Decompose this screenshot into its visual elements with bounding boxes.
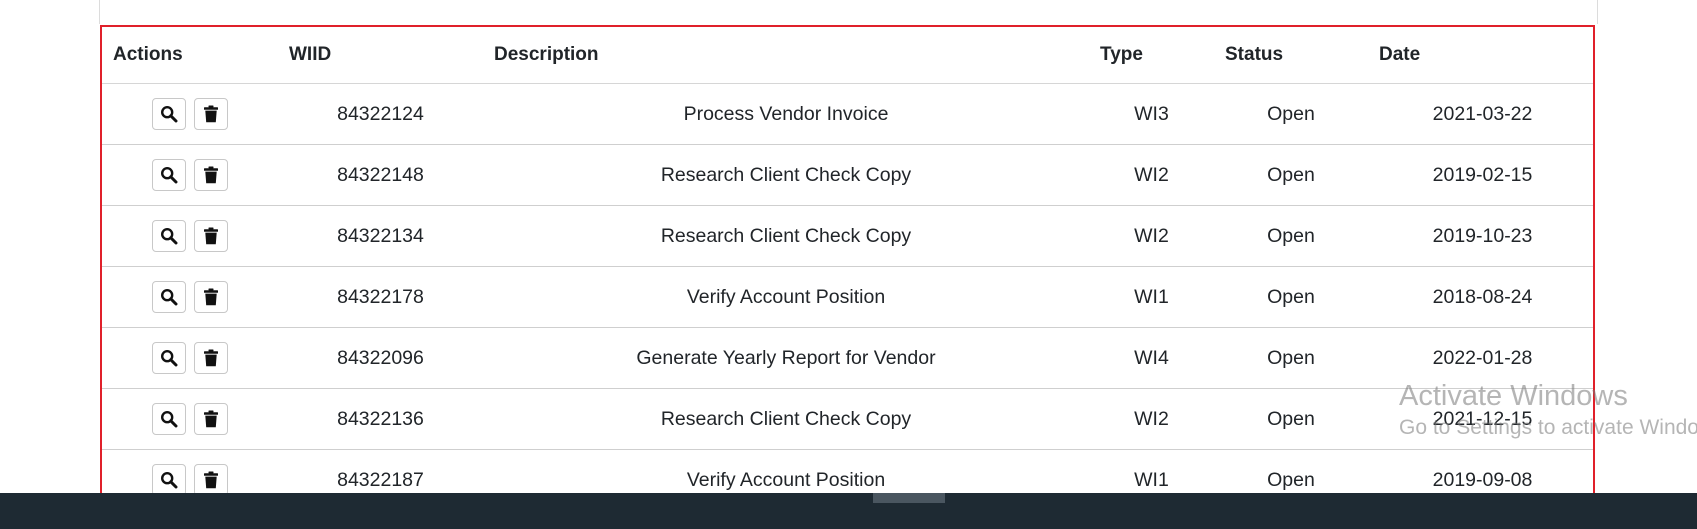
description-cell: Process Vendor Invoice (483, 83, 1089, 145)
trash-icon (203, 166, 218, 184)
table-body: 84322124 Process Vendor Invoice WI3 Open… (102, 83, 1593, 500)
view-button[interactable] (152, 220, 187, 252)
delete-button[interactable] (193, 220, 228, 252)
header-type: Type (1089, 27, 1214, 84)
actions-cell (102, 327, 278, 389)
table-row: 84322096 Generate Yearly Report for Vend… (102, 327, 1593, 389)
status-cell: Open (1214, 83, 1368, 145)
date-cell: 2019-10-23 (1368, 205, 1593, 267)
wiid-cell: 84322096 (278, 327, 483, 389)
date-cell: 2019-02-15 (1368, 144, 1593, 206)
wiid-cell: 84322136 (278, 388, 483, 450)
actions-cell (102, 144, 278, 206)
date-cell: 2018-08-24 (1368, 266, 1593, 328)
wiid-cell: 84322124 (278, 83, 483, 145)
table-row: 84322124 Process Vendor Invoice WI3 Open… (102, 83, 1593, 145)
view-button[interactable] (152, 281, 187, 313)
search-icon (161, 410, 178, 428)
trash-icon (203, 227, 218, 245)
search-icon (161, 166, 178, 184)
view-button[interactable] (152, 403, 187, 435)
table-row: 84322136 Research Client Check Copy WI2 … (102, 388, 1593, 450)
status-cell: Open (1214, 205, 1368, 267)
wiid-cell: 84322178 (278, 266, 483, 328)
view-button[interactable] (152, 464, 187, 496)
type-cell: WI4 (1089, 327, 1214, 389)
date-cell: 2021-12-15 (1368, 388, 1593, 450)
table-header-row: Actions WIID Description Type Status Dat… (102, 27, 1593, 84)
description-cell: Generate Yearly Report for Vendor (483, 327, 1089, 389)
actions-cell (102, 266, 278, 328)
table-row: 84322134 Research Client Check Copy WI2 … (102, 205, 1593, 267)
view-button[interactable] (152, 159, 187, 191)
date-cell: 2021-03-22 (1368, 83, 1593, 145)
description-cell: Research Client Check Copy (483, 144, 1089, 206)
trash-icon (203, 105, 218, 123)
work-items-table-frame: Actions WIID Description Type Status Dat… (100, 25, 1595, 501)
date-cell: 2022-01-28 (1368, 327, 1593, 389)
page: Actions WIID Description Type Status Dat… (0, 0, 1697, 529)
description-cell: Research Client Check Copy (483, 388, 1089, 450)
status-cell: Open (1214, 388, 1368, 450)
trash-icon (203, 410, 218, 428)
description-cell: Verify Account Position (483, 266, 1089, 328)
actions-cell (102, 205, 278, 267)
trash-icon (203, 288, 218, 306)
delete-button[interactable] (193, 159, 228, 191)
actions-cell (102, 83, 278, 145)
actions-cell (102, 388, 278, 450)
container-left-border (99, 0, 100, 24)
status-cell: Open (1214, 327, 1368, 389)
container-right-border (1597, 0, 1598, 24)
type-cell: WI2 (1089, 144, 1214, 206)
status-cell: Open (1214, 266, 1368, 328)
wiid-cell: 84322148 (278, 144, 483, 206)
header-date: Date (1368, 27, 1593, 84)
description-cell: Research Client Check Copy (483, 205, 1089, 267)
delete-button[interactable] (193, 342, 228, 374)
type-cell: WI2 (1089, 205, 1214, 267)
view-button[interactable] (152, 98, 187, 130)
table-row: 84322178 Verify Account Position WI1 Ope… (102, 266, 1593, 328)
delete-button[interactable] (193, 403, 228, 435)
delete-button[interactable] (193, 98, 228, 130)
delete-button[interactable] (193, 464, 228, 496)
view-button[interactable] (152, 342, 187, 374)
status-cell: Open (1214, 144, 1368, 206)
delete-button[interactable] (193, 281, 228, 313)
search-icon (161, 105, 178, 123)
type-cell: WI1 (1089, 266, 1214, 328)
search-icon (161, 227, 178, 245)
header-actions: Actions (102, 27, 278, 84)
type-cell: WI2 (1089, 388, 1214, 450)
search-icon (161, 471, 178, 489)
search-icon (161, 349, 178, 367)
horizontal-scrollbar-thumb[interactable] (873, 493, 945, 503)
wiid-cell: 84322134 (278, 205, 483, 267)
work-items-table: Actions WIID Description Type Status Dat… (102, 27, 1593, 500)
search-icon (161, 288, 178, 306)
header-wiid: WIID (278, 27, 483, 84)
header-description: Description (483, 27, 1089, 84)
trash-icon (203, 471, 218, 489)
trash-icon (203, 349, 218, 367)
taskbar (0, 493, 1697, 529)
table-row: 84322148 Research Client Check Copy WI2 … (102, 144, 1593, 206)
header-status: Status (1214, 27, 1368, 84)
type-cell: WI3 (1089, 83, 1214, 145)
